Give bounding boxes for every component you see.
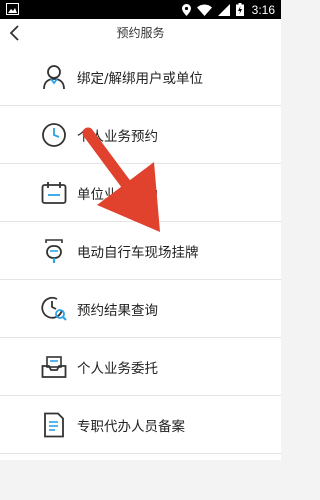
menu-item-agent-registration[interactable]: 专职代办人员备案 [0,396,281,454]
menu-item-personal-entrust[interactable]: 个人业务委托 [0,338,281,396]
menu-item-label: 单位业务预约 [77,186,158,203]
inbox-icon [39,352,69,382]
user-icon [39,62,69,92]
service-menu-list: 绑定/解绑用户或单位 个人业务预约 单位业务预约 电动自行车现场挂牌 预约结果查… [0,48,281,460]
calendar-icon [39,178,69,208]
status-bar: 3:16 [0,0,281,19]
clock-icon [39,120,69,150]
page-title: 预约服务 [116,26,165,40]
menu-item-label: 个人业务委托 [77,360,158,377]
menu-item-label: 专职代办人员备案 [77,418,185,435]
menu-item-label: 绑定/解绑用户或单位 [77,70,204,87]
menu-item-ebike-plate[interactable]: 电动自行车现场挂牌 [0,222,281,280]
back-button[interactable] [4,22,26,44]
menu-item-label: 个人业务预约 [77,128,158,145]
menu-item-label: 电动自行车现场挂牌 [77,244,199,261]
menu-item-company-booking[interactable]: 单位业务预约 [0,164,281,222]
location-icon [181,3,191,16]
ebike-icon [39,236,69,266]
status-time: 3:16 [251,2,275,17]
chevron-left-icon [9,25,19,41]
document-icon [39,410,69,440]
clock-search-icon [39,294,69,324]
menu-item-booking-result[interactable]: 预约结果查询 [0,280,281,338]
wifi-icon [196,4,212,16]
battery-charging-icon [235,3,244,16]
nav-bar: 预约服务 [0,19,281,49]
image-notification-icon [6,3,19,15]
status-icons: 3:16 [181,2,275,17]
menu-item-bind-user[interactable]: 绑定/解绑用户或单位 [0,48,281,106]
menu-item-label: 预约结果查询 [77,302,158,319]
signal-icon [217,3,230,16]
menu-item-personal-booking[interactable]: 个人业务预约 [0,106,281,164]
